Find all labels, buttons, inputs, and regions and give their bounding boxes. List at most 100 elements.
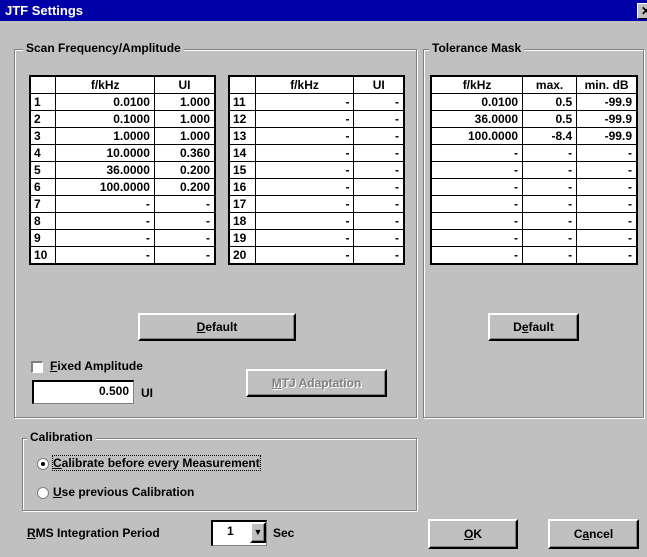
- max-cell[interactable]: -: [522, 229, 578, 247]
- tolerance-row[interactable]: ---: [430, 161, 638, 179]
- scan-row[interactable]: 4 10.0000 0.360: [29, 144, 216, 162]
- ui-cell[interactable]: -: [353, 212, 405, 230]
- tolerance-row[interactable]: 100.0000 -8.4 -99.9: [430, 127, 638, 145]
- ui-cell[interactable]: 1.000: [153, 110, 216, 128]
- ui-cell[interactable]: -: [353, 178, 405, 196]
- frequency-cell[interactable]: -: [254, 178, 355, 196]
- tolerance-row[interactable]: ---: [430, 195, 638, 213]
- tolerance-row[interactable]: 36.0000 0.5 -99.9: [430, 110, 638, 128]
- frequency-cell[interactable]: -: [254, 127, 355, 145]
- ui-cell[interactable]: -: [153, 195, 216, 213]
- scan-table-left[interactable]: f/kHz UI 1 0.0100 1.000 2 0.1000 1.000 3 1.0000…: [29, 75, 216, 265]
- chevron-down-icon[interactable]: ▼: [250, 522, 266, 543]
- ui-cell[interactable]: -: [353, 144, 405, 162]
- frequency-cell[interactable]: -: [254, 144, 355, 162]
- fixed-amplitude-checkbox[interactable]: [31, 361, 43, 373]
- tolerance-row[interactable]: ---: [430, 229, 638, 247]
- min-db-cell[interactable]: -: [576, 246, 638, 265]
- close-icon[interactable]: ✕: [637, 3, 647, 19]
- max-cell[interactable]: 0.5: [522, 93, 578, 111]
- frequency-cell[interactable]: -: [55, 195, 155, 213]
- scan-row[interactable]: 19- -: [228, 229, 405, 247]
- ui-cell[interactable]: -: [153, 229, 216, 247]
- min-db-cell[interactable]: -99.9: [576, 93, 638, 111]
- ui-cell[interactable]: -: [353, 246, 405, 265]
- max-cell[interactable]: -: [522, 246, 578, 265]
- frequency-cell[interactable]: -: [430, 144, 524, 162]
- scan-row[interactable]: 11- -: [228, 93, 405, 111]
- tolerance-table[interactable]: f/kHz max. min. dB 0.0100 0.5 -99.9 36.0000…: [430, 75, 638, 265]
- min-db-cell[interactable]: -: [576, 229, 638, 247]
- ui-cell[interactable]: -: [353, 110, 405, 128]
- rms-period-dropdown[interactable]: 1 ▼: [211, 520, 267, 546]
- min-db-cell[interactable]: -: [576, 212, 638, 230]
- frequency-cell[interactable]: -: [55, 246, 155, 265]
- scan-row[interactable]: 8--: [29, 212, 216, 230]
- scan-row[interactable]: 2 0.1000 1.000: [29, 110, 216, 128]
- scan-row[interactable]: 12- -: [228, 110, 405, 128]
- frequency-cell[interactable]: -: [254, 246, 355, 265]
- frequency-cell[interactable]: -: [430, 229, 524, 247]
- scan-row[interactable]: 14- -: [228, 144, 405, 162]
- max-cell[interactable]: -: [522, 195, 578, 213]
- frequency-cell[interactable]: -: [55, 212, 155, 230]
- max-cell[interactable]: -: [522, 144, 578, 162]
- scan-table-right[interactable]: f/kHz UI 11- -12- -13- -14- -15- -16- -17- -18-…: [228, 75, 405, 265]
- tolerance-default-button[interactable]: Default: [488, 313, 579, 341]
- frequency-cell[interactable]: -: [254, 93, 355, 111]
- frequency-cell[interactable]: 1.0000: [55, 127, 155, 145]
- min-db-cell[interactable]: -: [576, 195, 638, 213]
- min-db-cell[interactable]: -: [576, 178, 638, 196]
- mtj-adaptation-button[interactable]: MTJ Adaptation: [246, 369, 387, 397]
- use-previous-calibration-label[interactable]: Use previous Calibration: [53, 485, 194, 499]
- use-previous-calibration-radio[interactable]: [37, 487, 49, 499]
- ui-cell[interactable]: 0.200: [153, 178, 216, 196]
- scan-default-button[interactable]: Default: [138, 313, 296, 341]
- frequency-cell[interactable]: 36.0000: [430, 110, 524, 128]
- frequency-cell[interactable]: -: [430, 161, 524, 179]
- ui-cell[interactable]: -: [353, 229, 405, 247]
- frequency-cell[interactable]: 0.0100: [55, 93, 155, 111]
- frequency-cell[interactable]: -: [430, 195, 524, 213]
- frequency-cell[interactable]: -: [254, 212, 355, 230]
- tolerance-row[interactable]: 0.0100 0.5 -99.9: [430, 93, 638, 111]
- frequency-cell[interactable]: 0.0100: [430, 93, 524, 111]
- scan-row[interactable]: 16- -: [228, 178, 405, 196]
- max-cell[interactable]: -: [522, 178, 578, 196]
- scan-row[interactable]: 17- -: [228, 195, 405, 213]
- ui-cell[interactable]: -: [153, 246, 216, 265]
- scan-row[interactable]: 9--: [29, 229, 216, 247]
- calibrate-every-label[interactable]: Calibrate before every Measurement: [52, 455, 261, 471]
- frequency-cell[interactable]: -: [430, 246, 524, 265]
- ui-cell[interactable]: -: [353, 195, 405, 213]
- scan-row[interactable]: 6 100.0000 0.200: [29, 178, 216, 196]
- ui-cell[interactable]: 0.360: [153, 144, 216, 162]
- max-cell[interactable]: 0.5: [522, 110, 578, 128]
- ok-button[interactable]: OK: [428, 519, 518, 549]
- scan-row[interactable]: 7--: [29, 195, 216, 213]
- frequency-cell[interactable]: -: [55, 229, 155, 247]
- min-db-cell[interactable]: -99.9: [576, 127, 638, 145]
- min-db-cell[interactable]: -: [576, 144, 638, 162]
- tolerance-row[interactable]: ---: [430, 246, 638, 265]
- tolerance-row[interactable]: ---: [430, 212, 638, 230]
- amplitude-input[interactable]: 0.500: [32, 380, 134, 404]
- ui-cell[interactable]: 1.000: [153, 127, 216, 145]
- scan-row[interactable]: 18- -: [228, 212, 405, 230]
- scan-row[interactable]: 10- -: [29, 246, 216, 265]
- min-db-cell[interactable]: -99.9: [576, 110, 638, 128]
- max-cell[interactable]: -: [522, 161, 578, 179]
- ui-cell[interactable]: 0.200: [153, 161, 216, 179]
- frequency-cell[interactable]: 100.0000: [430, 127, 524, 145]
- cancel-button[interactable]: Cancel: [548, 519, 639, 549]
- ui-cell[interactable]: -: [353, 161, 405, 179]
- tolerance-row[interactable]: ---: [430, 144, 638, 162]
- scan-row[interactable]: 15- -: [228, 161, 405, 179]
- min-db-cell[interactable]: -: [576, 161, 638, 179]
- ui-cell[interactable]: -: [153, 212, 216, 230]
- frequency-cell[interactable]: 36.0000: [55, 161, 155, 179]
- frequency-cell[interactable]: -: [254, 195, 355, 213]
- frequency-cell[interactable]: 10.0000: [55, 144, 155, 162]
- tolerance-row[interactable]: ---: [430, 178, 638, 196]
- frequency-cell[interactable]: -: [430, 178, 524, 196]
